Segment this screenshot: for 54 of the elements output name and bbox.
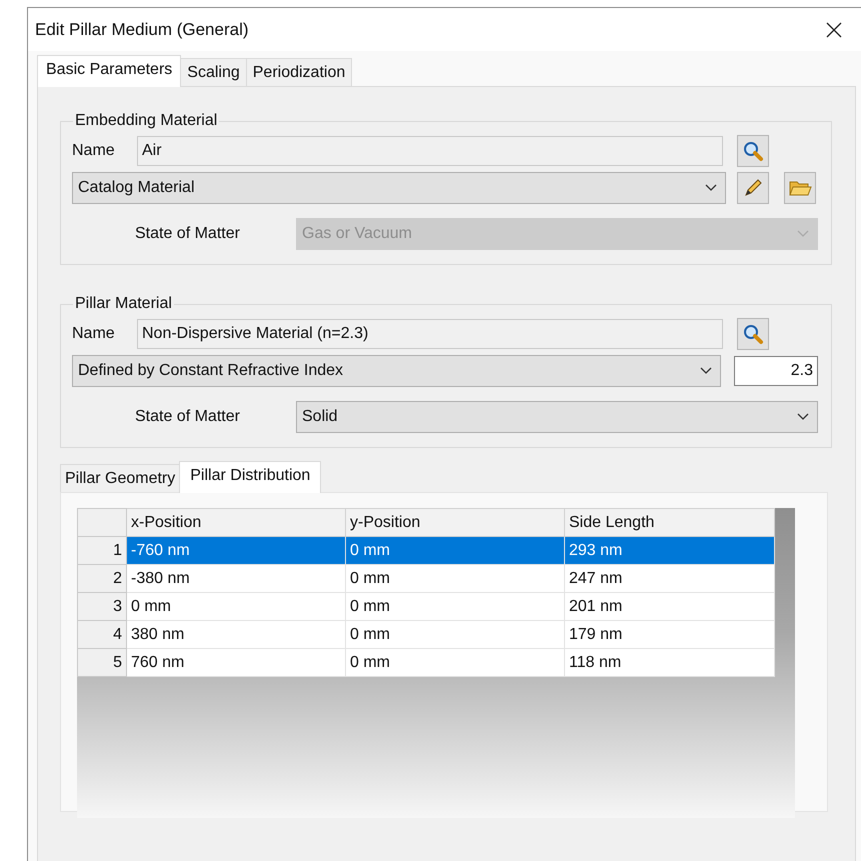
chevron-down-icon	[700, 367, 712, 375]
name-label: Name	[72, 142, 116, 160]
state-label: State of Matter	[135, 408, 241, 426]
table-cell[interactable]: 247 nm	[564, 564, 774, 592]
column-header[interactable]: Side Length	[564, 508, 774, 536]
table-cell[interactable]: 201 nm	[564, 592, 774, 620]
column-header[interactable]: y-Position	[346, 508, 564, 536]
refractive-index-field[interactable]: 2.3	[734, 356, 818, 386]
table-cell[interactable]: 118 nm	[564, 648, 774, 676]
name-field[interactable]: Non-Dispersive Material (n=2.3)	[137, 319, 723, 349]
name-field[interactable]: Air	[137, 136, 723, 166]
search-button[interactable]	[737, 318, 769, 350]
chevron-down-icon	[705, 184, 717, 192]
table-cell[interactable]: 0 mm	[346, 620, 564, 648]
row-header[interactable]: 4	[78, 620, 126, 648]
row-header[interactable]: 2	[78, 564, 126, 592]
table-cell[interactable]: 179 nm	[564, 620, 774, 648]
group-title: Embedding Material	[74, 112, 218, 130]
pencil-icon	[742, 177, 764, 199]
tab[interactable]: Pillar Distribution	[179, 461, 322, 493]
open-folder-button[interactable]	[784, 172, 816, 204]
corner-cell	[78, 508, 126, 536]
chevron-down-icon	[797, 413, 809, 421]
material-type-dropdown[interactable]: Catalog Material	[72, 172, 726, 204]
state-dropdown[interactable]: Solid	[296, 401, 818, 433]
table-cell[interactable]: 293 nm	[564, 536, 774, 564]
table-cell[interactable]: 0 mm	[346, 592, 564, 620]
table-cell[interactable]: 760 nm	[126, 648, 346, 676]
window-title: Edit Pillar Medium (General)	[35, 20, 249, 40]
column-header[interactable]: x-Position	[126, 508, 346, 536]
table-cell[interactable]: -760 nm	[126, 536, 346, 564]
state-label: State of Matter	[135, 225, 241, 243]
search-icon	[742, 323, 764, 345]
row-header[interactable]: 5	[78, 648, 126, 676]
table-cell[interactable]: 0 mm	[346, 564, 564, 592]
tab[interactable]: Basic Parameters	[37, 55, 182, 87]
edit-button[interactable]	[737, 172, 769, 204]
table-cell[interactable]: 0 mm	[346, 536, 564, 564]
table-cell[interactable]: 0 mm	[346, 648, 564, 676]
group-title: Pillar Material	[74, 295, 173, 313]
table-cell[interactable]: 0 mm	[126, 592, 346, 620]
close-icon[interactable]	[826, 22, 842, 38]
material-type-dropdown[interactable]: Defined by Constant Refractive Index	[72, 355, 721, 387]
tab[interactable]: Periodization	[246, 58, 352, 86]
search-button[interactable]	[737, 135, 769, 167]
chevron-down-icon	[797, 230, 809, 238]
tab[interactable]: Pillar Geometry	[60, 464, 180, 492]
tab[interactable]: Scaling	[180, 58, 247, 86]
row-header[interactable]: 3	[78, 592, 126, 620]
row-header[interactable]: 1	[78, 536, 126, 564]
table-cell[interactable]: -380 nm	[126, 564, 346, 592]
search-icon	[742, 140, 764, 162]
table-cell[interactable]: 380 nm	[126, 620, 346, 648]
name-label: Name	[72, 325, 116, 343]
